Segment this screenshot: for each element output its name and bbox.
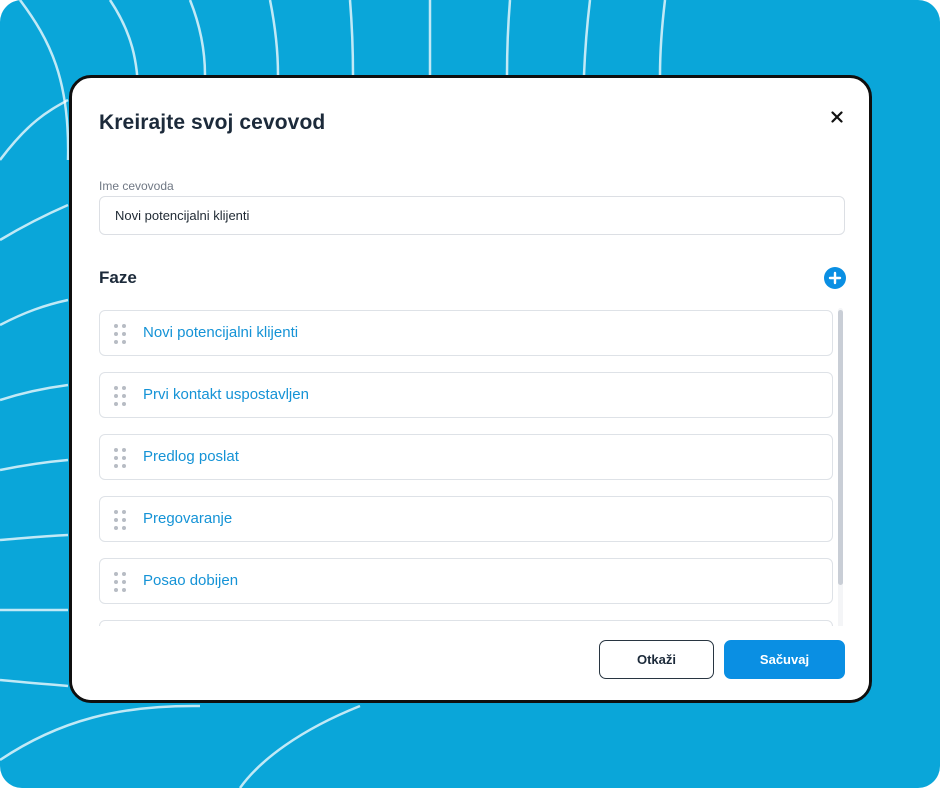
stage-label: Novi potencijalni klijenti xyxy=(143,324,299,341)
stage-item[interactable]: Novi potencijalni klijenti xyxy=(99,310,833,356)
app-background: Kreirajte svoj cevovod Ime cevovoda Faze… xyxy=(0,0,940,788)
create-pipeline-modal: Kreirajte svoj cevovod Ime cevovoda Faze… xyxy=(69,75,872,703)
stage-label: Prvi kontakt uspostavljen xyxy=(143,386,309,403)
pipeline-name-label: Ime cevovoda xyxy=(99,179,174,193)
pipeline-name-input[interactable] xyxy=(99,196,845,235)
modal-footer: Otkaži Sačuvaj xyxy=(72,626,869,700)
modal-title: Kreirajte svoj cevovod xyxy=(99,111,326,134)
save-button[interactable]: Sačuvaj xyxy=(724,640,845,679)
drag-handle-icon[interactable] xyxy=(113,385,127,407)
stage-item[interactable]: Prvi kontakt uspostavljen xyxy=(99,372,833,418)
close-button[interactable] xyxy=(824,104,850,130)
stage-item[interactable]: Posao dobijen xyxy=(99,558,833,604)
stage-item[interactable]: Predlog poslat xyxy=(99,434,833,480)
close-icon xyxy=(831,111,843,123)
stages-list: Novi potencijalni klijenti Prvi kontakt … xyxy=(99,308,849,628)
stage-label: Posao dobijen xyxy=(143,572,239,589)
stage-label: Pregovaranje xyxy=(143,510,233,527)
drag-handle-icon[interactable] xyxy=(113,509,127,531)
cancel-button[interactable]: Otkaži xyxy=(599,640,714,679)
drag-handle-icon[interactable] xyxy=(113,571,127,593)
plus-circle-icon xyxy=(824,267,846,289)
stages-section-title: Faze xyxy=(99,268,137,287)
drag-handle-icon[interactable] xyxy=(113,447,127,469)
stage-label: Predlog poslat xyxy=(143,448,239,465)
stages-scrollbar-thumb[interactable] xyxy=(838,310,843,585)
add-stage-button[interactable] xyxy=(824,267,846,289)
drag-handle-icon[interactable] xyxy=(113,323,127,345)
stage-item[interactable]: Pregovaranje xyxy=(99,496,833,542)
